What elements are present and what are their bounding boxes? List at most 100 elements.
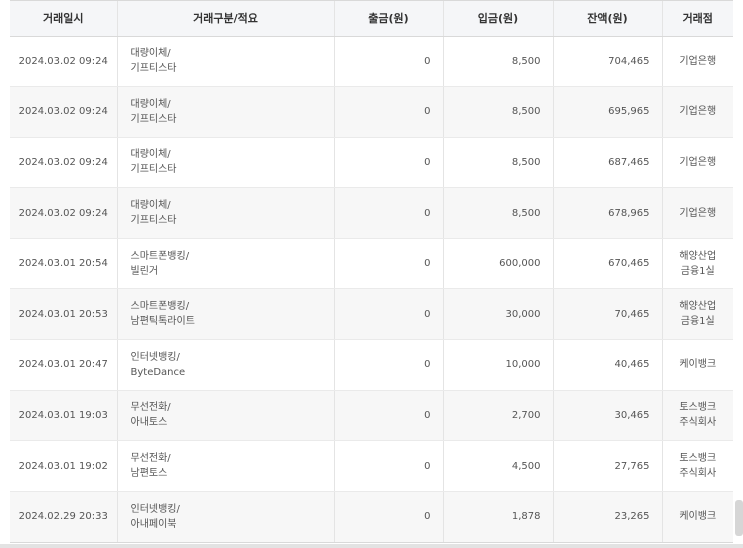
branch-line-1: 기업은행 (679, 156, 717, 168)
cell-datetime: 2024.03.01 20:53 (10, 288, 118, 341)
transaction-type: 대량이체/ (130, 98, 171, 110)
cell-datetime: 2024.03.01 19:03 (10, 390, 118, 442)
transaction-type: 스마트폰뱅킹/ (130, 250, 190, 262)
cell-withdrawal: 0 (334, 36, 444, 88)
cell-type-memo: 대량이체/기프티스타 (117, 86, 335, 138)
cell-balance: 23,265 (553, 491, 663, 542)
transaction-type: 대량이체/ (130, 149, 171, 161)
cell-withdrawal: 0 (334, 238, 444, 290)
header-datetime: 거래일시 (10, 1, 118, 37)
branch-line-2: 주식회사 (679, 417, 717, 429)
branch-line-1: 토스뱅크 (679, 402, 717, 414)
cell-branch: 케이뱅크 (662, 491, 733, 542)
cell-branch: 해양산업금융1실 (662, 238, 733, 290)
table-row: 2024.03.02 09:24 대량이체/기프티스타 0 8,500 678,965 기… (10, 187, 733, 239)
header-branch: 거래점 (662, 1, 733, 37)
cell-type-memo: 스마트폰뱅킹/남편틱톡라이트 (117, 288, 335, 341)
cell-type-memo: 대량이체/기프티스타 (117, 137, 335, 189)
transaction-type: 대량이체/ (130, 48, 171, 60)
cell-deposit: 8,500 (443, 36, 554, 88)
branch-line-1: 해양산업 (679, 301, 717, 313)
table-row: 2024.03.01 19:02 무선전화/남편토스 0 4,500 27,765 토스뱅… (10, 440, 733, 492)
header-type-memo: 거래구분/적요 (117, 1, 335, 37)
cell-type-memo: 인터넷뱅킹/아내페이북 (117, 491, 335, 542)
cell-balance: 30,465 (553, 390, 663, 442)
branch-line-1: 케이뱅크 (679, 359, 717, 371)
cell-deposit: 8,500 (443, 137, 554, 189)
branch-line-1: 토스뱅크 (679, 453, 717, 465)
transaction-type: 무선전화/ (130, 453, 171, 465)
transaction-memo: 기프티스타 (130, 164, 177, 176)
bottom-divider (0, 544, 743, 548)
cell-deposit: 8,500 (443, 86, 554, 138)
branch-line-2: 주식회사 (679, 468, 717, 480)
cell-balance: 40,465 (553, 339, 663, 391)
transaction-type: 대량이체/ (130, 200, 171, 212)
transaction-memo: 기프티스타 (130, 215, 177, 227)
cell-datetime: 2024.03.02 09:24 (10, 137, 118, 189)
cell-type-memo: 스마트폰뱅킹/빌린거 (117, 238, 335, 290)
table-row: 2024.03.02 09:24 대량이체/기프티스타 0 8,500 695,965 기… (10, 86, 733, 138)
branch-line-1: 케이뱅크 (679, 511, 717, 523)
cell-type-memo: 무선전화/남편토스 (117, 440, 335, 492)
branch-line-1: 기업은행 (679, 55, 717, 67)
cell-branch: 기업은행 (662, 137, 733, 189)
cell-withdrawal: 0 (334, 491, 444, 542)
cell-branch: 기업은행 (662, 187, 733, 239)
transaction-memo: ByteDance (130, 366, 186, 378)
transaction-type: 인터넷뱅킹/ (130, 351, 180, 363)
transaction-memo: 남편틱톡라이트 (130, 316, 195, 328)
cell-deposit: 10,000 (443, 339, 554, 391)
header-deposit: 입금(원) (443, 1, 554, 37)
cell-branch: 기업은행 (662, 86, 733, 138)
cell-balance: 678,965 (553, 187, 663, 239)
cell-datetime: 2024.03.02 09:24 (10, 86, 118, 138)
cell-balance: 704,465 (553, 36, 663, 88)
cell-balance: 695,965 (553, 86, 663, 138)
branch-line-2: 금융1실 (680, 265, 715, 277)
cell-withdrawal: 0 (334, 390, 444, 442)
cell-balance: 27,765 (553, 440, 663, 492)
cell-type-memo: 인터넷뱅킹/ByteDance (117, 339, 335, 391)
cell-withdrawal: 0 (334, 86, 444, 138)
cell-datetime: 2024.02.29 20:33 (10, 491, 118, 542)
cell-branch: 토스뱅크주식회사 (662, 440, 733, 492)
cell-balance: 70,465 (553, 288, 663, 341)
cell-type-memo: 대량이체/기프티스타 (117, 36, 335, 88)
cell-datetime: 2024.03.02 09:24 (10, 187, 118, 239)
cell-branch: 케이뱅크 (662, 339, 733, 391)
cell-branch: 토스뱅크주식회사 (662, 390, 733, 442)
cell-balance: 670,465 (553, 238, 663, 290)
cell-deposit: 8,500 (443, 187, 554, 239)
branch-line-1: 해양산업 (679, 250, 717, 262)
transaction-table: 거래일시 거래구분/적요 출금(원) 입금(원) 잔액(원) 거래점 2024.… (10, 1, 733, 542)
header-balance: 잔액(원) (553, 1, 663, 37)
cell-deposit: 4,500 (443, 440, 554, 492)
table-row: 2024.03.02 09:24 대량이체/기프티스타 0 8,500 704,465 기… (10, 36, 733, 88)
cell-type-memo: 무선전화/아내토스 (117, 390, 335, 442)
table-row: 2024.03.01 20:53 스마트폰뱅킹/남편틱톡라이트 0 30,000 70,… (10, 288, 733, 341)
transaction-memo: 아내토스 (130, 417, 168, 429)
branch-line-1: 기업은행 (679, 207, 717, 219)
cell-withdrawal: 0 (334, 288, 444, 341)
cell-datetime: 2024.03.01 19:02 (10, 440, 118, 492)
transaction-memo: 남편토스 (130, 468, 168, 480)
table-row: 2024.03.01 20:54 스마트폰뱅킹/빌린거 0 600,000 670,46… (10, 238, 733, 290)
transaction-type: 무선전화/ (130, 402, 171, 414)
table-row: 2024.03.01 20:47 인터넷뱅킹/ByteDance 0 10,000 40… (10, 339, 733, 391)
cell-withdrawal: 0 (334, 137, 444, 189)
branch-line-2: 금융1실 (680, 316, 715, 328)
scrollbar-thumb[interactable] (735, 500, 743, 536)
transaction-type: 인터넷뱅킹/ (130, 503, 180, 515)
cell-withdrawal: 0 (334, 339, 444, 391)
cell-deposit: 30,000 (443, 288, 554, 341)
table-header-row: 거래일시 거래구분/적요 출금(원) 입금(원) 잔액(원) 거래점 (10, 1, 733, 37)
header-withdrawal: 출금(원) (334, 1, 444, 37)
transaction-type: 스마트폰뱅킹/ (130, 301, 190, 313)
table-row: 2024.03.02 09:24 대량이체/기프티스타 0 8,500 687,465 기… (10, 137, 733, 189)
cell-withdrawal: 0 (334, 187, 444, 239)
table-row: 2024.03.01 19:03 무선전화/아내토스 0 2,700 30,465 토스뱅… (10, 390, 733, 442)
transaction-memo: 기프티스타 (130, 63, 177, 75)
branch-line-1: 기업은행 (679, 106, 717, 118)
table-row: 2024.02.29 20:33 인터넷뱅킹/아내페이북 0 1,878 23,265 케… (10, 491, 733, 542)
